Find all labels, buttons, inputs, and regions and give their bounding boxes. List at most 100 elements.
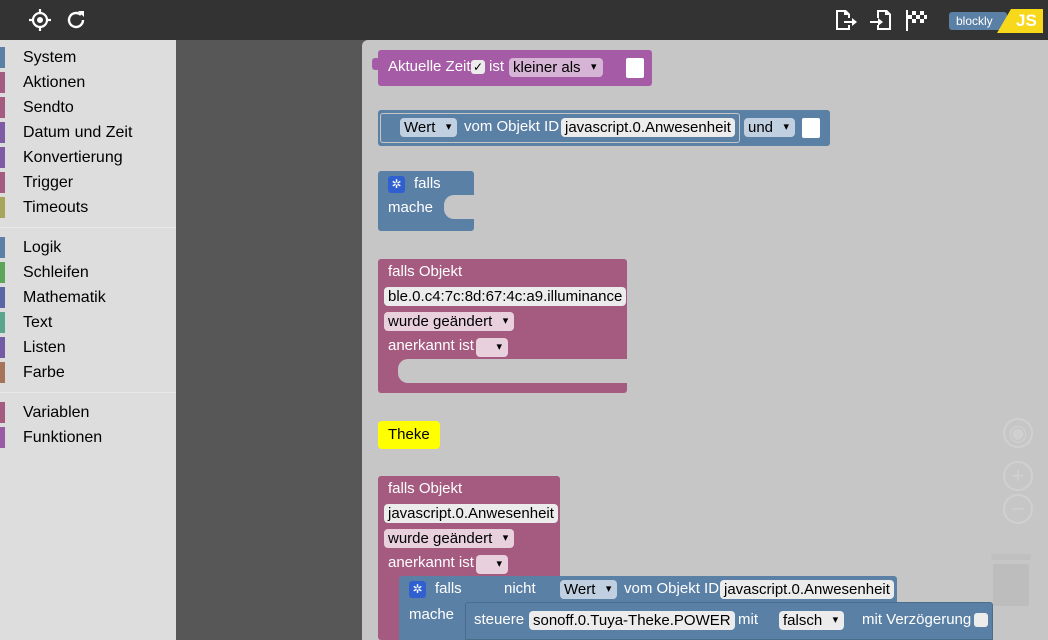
current-time-block[interactable]: Aktuelle Zeit ✓ ist kleiner als <box>372 50 652 86</box>
blockly-js-logo: blockly JS <box>941 9 1043 33</box>
category-aktionen[interactable]: Aktionen <box>0 70 176 95</box>
category-trigger[interactable]: Trigger <box>0 170 176 195</box>
category-color-bar <box>0 122 5 143</box>
brand-blockly-label: blockly <box>949 12 1007 30</box>
category-color-bar <box>0 197 5 218</box>
toolbar: blockly JS <box>0 0 1048 40</box>
category-mathematik[interactable]: Mathematik <box>0 285 176 310</box>
control-mit-label: mit <box>738 611 758 628</box>
trigger1-event-dropdown[interactable]: wurde geändert <box>384 312 515 331</box>
category-label: Konvertierung <box>23 149 123 166</box>
delay-checkbox[interactable] <box>974 613 988 627</box>
category-label: Listen <box>23 339 66 356</box>
refresh-icon[interactable] <box>64 8 88 32</box>
if-mache-label: mache <box>388 199 434 216</box>
value-attr-dropdown[interactable]: Wert <box>400 118 458 137</box>
category-color-bar <box>0 147 5 168</box>
zoom-out-icon[interactable]: − <box>1003 494 1033 524</box>
category-label: Farbe <box>23 364 65 381</box>
category-label: Timeouts <box>23 199 89 216</box>
import-icon[interactable] <box>869 8 893 32</box>
recenter-icon[interactable]: ◉ <box>1003 418 1033 448</box>
category-color-bar <box>0 72 5 93</box>
category-label: Aktionen <box>23 74 86 91</box>
category-label: Schleifen <box>23 264 89 281</box>
get-value-block[interactable]: Wert vom Objekt ID javascript.0.Anwesenh… <box>378 110 830 146</box>
object-id-field[interactable]: javascript.0.Anwesenheit <box>561 118 735 137</box>
category-farbe[interactable]: Farbe <box>0 360 176 385</box>
trigger1-object-field[interactable]: ble.0.c4:7c:8d:67:4c:a9.illuminance <box>384 287 627 306</box>
category-label: Datum und Zeit <box>23 124 133 141</box>
category-konvertierung[interactable]: Konvertierung <box>0 145 176 170</box>
trigger2-object-field[interactable]: javascript.0.Anwesenheit <box>384 504 558 523</box>
category-system[interactable]: System <box>0 45 176 70</box>
export-icon[interactable] <box>833 8 857 32</box>
category-label: Mathematik <box>23 289 106 306</box>
trigger2-title: falls Objekt <box>388 480 463 497</box>
category-label: Funktionen <box>23 429 103 446</box>
object-id-label: vom Objekt ID <box>464 118 560 135</box>
trigger2-ack-label: anerkannt ist <box>388 554 474 571</box>
category-color-bar <box>0 172 5 193</box>
category-logik[interactable]: Logik <box>0 235 176 260</box>
category-color-bar <box>0 262 5 283</box>
category-color-bar <box>0 97 5 118</box>
category-separator <box>0 220 176 228</box>
category-label: System <box>23 49 77 66</box>
control-value-dropdown[interactable]: falsch <box>779 611 845 630</box>
time-label: Aktuelle Zeit <box>388 58 471 75</box>
nested-value-dropdown[interactable]: Wert <box>560 580 618 599</box>
category-color-bar <box>0 312 5 333</box>
if-falls-label: falls <box>414 175 441 192</box>
value-input-slot[interactable] <box>626 58 644 78</box>
category-label: Variablen <box>23 404 90 421</box>
crosshair-icon[interactable] <box>28 8 52 32</box>
nested-mache-label: mache <box>409 606 455 623</box>
category-text[interactable]: Text <box>0 310 176 335</box>
zoom-in-icon[interactable]: + <box>1003 461 1033 491</box>
if-block[interactable]: ✲ falls mache <box>378 171 474 231</box>
category-variablen[interactable]: Variablen <box>0 400 176 425</box>
category-timeouts[interactable]: Timeouts <box>0 195 176 220</box>
category-listen[interactable]: Listen <box>0 335 176 360</box>
nested-object-id-field[interactable]: javascript.0.Anwesenheit <box>720 580 894 599</box>
category-schleifen[interactable]: Schleifen <box>0 260 176 285</box>
category-color-bar <box>0 427 5 448</box>
category-color-bar <box>0 47 5 68</box>
and-input-slot[interactable] <box>802 118 820 138</box>
toolbox-sidebar: System Aktionen Sendto Datum und Zeit Konver… <box>0 40 176 640</box>
nested-object-label: vom Objekt ID <box>624 580 720 597</box>
trigger2-event-dropdown[interactable]: wurde geändert <box>384 529 515 548</box>
time-ist-label: ist <box>489 58 504 75</box>
compare-operator-dropdown[interactable]: kleiner als <box>509 58 603 77</box>
category-color-bar <box>0 337 5 358</box>
category-separator <box>0 385 176 393</box>
control-delay-label: mit Verzögerung <box>862 611 972 628</box>
category-sendto[interactable]: Sendto <box>0 95 176 120</box>
category-color-bar <box>0 402 5 423</box>
category-label: Trigger <box>23 174 74 191</box>
comment-block[interactable]: Theke <box>378 421 440 449</box>
trigger1-ack-label: anerkannt ist <box>388 337 474 354</box>
gear-icon[interactable]: ✲ <box>388 176 405 193</box>
logic-and-dropdown[interactable]: und <box>744 118 796 137</box>
trigger2-ack-dropdown[interactable] <box>476 555 508 574</box>
nested-falls-label: falls <box>435 580 462 597</box>
trigger1-ack-dropdown[interactable] <box>476 338 508 357</box>
nested-nicht-label: nicht <box>504 580 536 597</box>
control-steuere-label: steuere <box>474 611 525 628</box>
control-object-field[interactable]: sonoff.0.Tuya-Theke.POWER <box>529 611 735 630</box>
nested-gear-icon[interactable]: ✲ <box>409 581 426 598</box>
category-color-bar <box>0 287 5 308</box>
time-checkbox[interactable]: ✓ <box>471 60 485 74</box>
category-funktionen[interactable]: Funktionen <box>0 425 176 450</box>
category-datum-und-zeit[interactable]: Datum und Zeit <box>0 120 176 145</box>
trash-icon[interactable] <box>989 552 1033 606</box>
control-block[interactable]: steuere sonoff.0.Tuya-Theke.POWER mit fa… <box>465 602 993 640</box>
category-label: Logik <box>23 239 62 256</box>
script-canvas[interactable]: Aktuelle Zeit ✓ ist kleiner als Wert vom… <box>362 40 1048 640</box>
category-color-bar <box>0 362 5 383</box>
category-label: Sendto <box>23 99 74 116</box>
checkered-flag-icon[interactable] <box>905 8 929 32</box>
trigger-block-ble[interactable]: falls Objekt ble.0.c4:7c:8d:67:4c:a9.ill… <box>378 259 627 393</box>
